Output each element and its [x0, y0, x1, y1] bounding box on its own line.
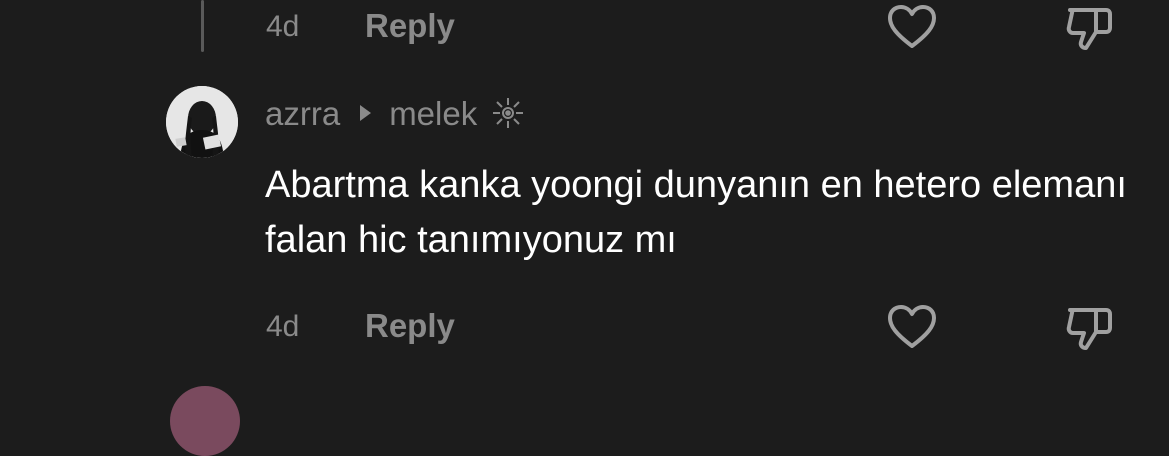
heart-icon	[888, 305, 936, 348]
comment-time: 4d	[266, 310, 300, 343]
thumbs-down-icon	[1066, 308, 1112, 350]
prev-comment-time: 4d	[266, 10, 300, 43]
like-button[interactable]	[886, 302, 938, 354]
comment-body: Abartma kanka yoongi dunyanın en hetero …	[265, 164, 1127, 261]
dislike-button[interactable]	[1064, 302, 1116, 354]
reply-to-name[interactable]: melek	[389, 97, 477, 130]
prev-like-button[interactable]	[886, 2, 938, 54]
prev-reply-button[interactable]: Reply	[365, 9, 455, 42]
thread-line	[201, 0, 204, 52]
avatar[interactable]	[166, 86, 238, 158]
author-name[interactable]: azrra	[265, 97, 340, 130]
comment-header: azrra melek	[265, 96, 525, 130]
sparkle-badge-icon	[493, 98, 524, 128]
reply-arrow-icon	[360, 105, 372, 121]
thumbs-down-icon	[1066, 8, 1112, 50]
reply-button[interactable]: Reply	[365, 309, 455, 342]
avatar-image	[166, 86, 238, 158]
heart-icon	[888, 5, 936, 48]
prev-dislike-button[interactable]	[1064, 2, 1116, 54]
